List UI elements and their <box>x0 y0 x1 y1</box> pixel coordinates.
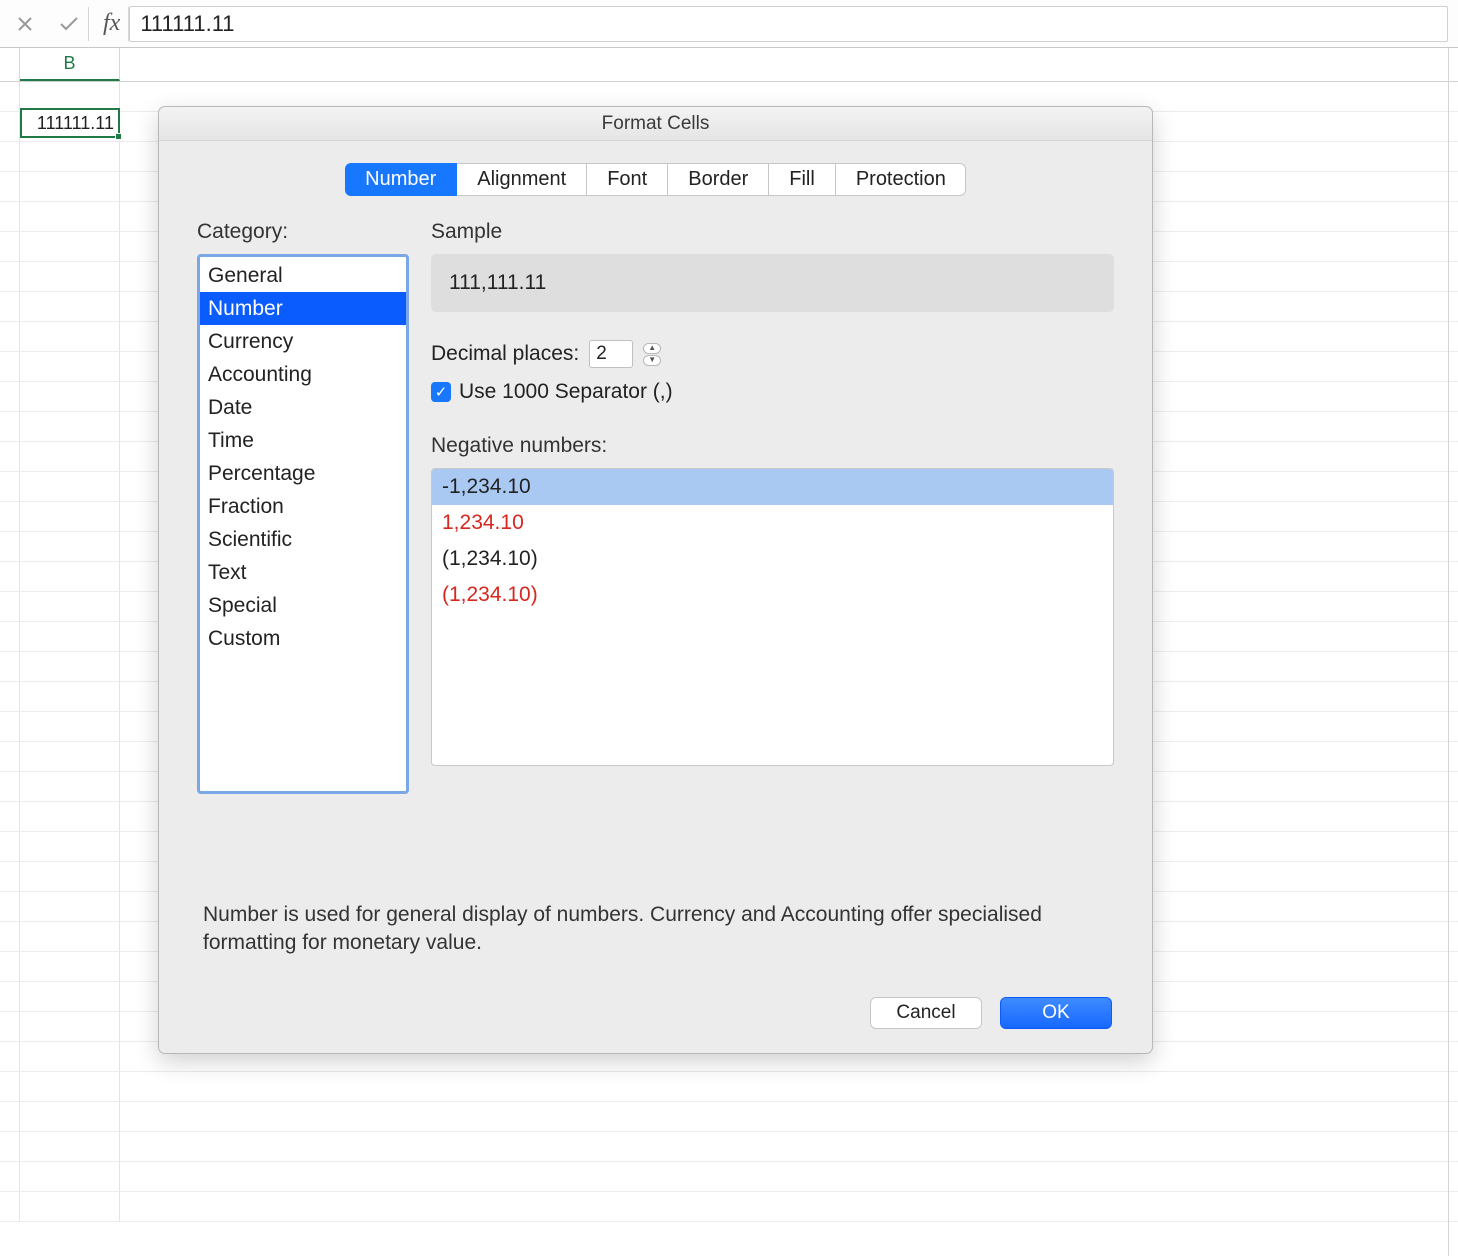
tab-fill[interactable]: Fill <box>769 163 836 196</box>
cancel-button[interactable]: Cancel <box>870 997 982 1029</box>
negative-numbers-list[interactable]: -1,234.10 1,234.10 (1,234.10) (1,234.10) <box>431 468 1114 766</box>
category-item-number[interactable]: Number <box>200 292 406 325</box>
tab-alignment[interactable]: Alignment <box>457 163 587 196</box>
confirm-entry-icon[interactable] <box>54 9 84 39</box>
negative-format-item[interactable]: 1,234.10 <box>432 505 1113 541</box>
negative-format-item[interactable]: (1,234.10) <box>432 577 1113 613</box>
tab-protection[interactable]: Protection <box>836 163 966 196</box>
negative-format-item[interactable]: -1,234.10 <box>432 469 1113 505</box>
stepper-down-icon[interactable]: ▼ <box>643 355 661 366</box>
fx-label: fx <box>89 10 128 37</box>
decimal-places-input[interactable]: 2 <box>589 340 633 368</box>
grid-right-edge <box>1448 48 1458 1256</box>
formula-bar: fx 111111.11 <box>0 0 1458 48</box>
category-item-accounting[interactable]: Accounting <box>200 358 406 391</box>
active-cell[interactable]: 111111.11 <box>20 108 120 138</box>
cancel-entry-icon[interactable] <box>10 9 40 39</box>
decimal-places-value: 2 <box>596 343 607 365</box>
category-item-fraction[interactable]: Fraction <box>200 490 406 523</box>
category-item-currency[interactable]: Currency <box>200 325 406 358</box>
tab-font[interactable]: Font <box>587 163 668 196</box>
spreadsheet-grid[interactable]: B <box>0 48 1458 1256</box>
ok-button[interactable]: OK <box>1000 997 1112 1029</box>
thousand-separator-label: Use 1000 Separator (,) <box>459 380 673 404</box>
column-headers: B <box>0 48 1458 82</box>
category-item-custom[interactable]: Custom <box>200 622 406 655</box>
negative-numbers-label: Negative numbers: <box>431 434 1114 458</box>
category-item-date[interactable]: Date <box>200 391 406 424</box>
decimal-places-stepper[interactable]: ▲ ▼ <box>643 343 661 366</box>
category-item-general[interactable]: General <box>200 259 406 292</box>
check-icon: ✓ <box>435 383 448 401</box>
negative-format-item[interactable]: (1,234.10) <box>432 541 1113 577</box>
dialog-tabs: Number Alignment Font Border Fill Protec… <box>197 163 1114 196</box>
formula-input[interactable]: 111111.11 <box>129 6 1448 42</box>
fill-handle[interactable] <box>115 133 122 140</box>
category-item-percentage[interactable]: Percentage <box>200 457 406 490</box>
category-item-text[interactable]: Text <box>200 556 406 589</box>
category-label: Category: <box>197 220 409 244</box>
category-item-time[interactable]: Time <box>200 424 406 457</box>
category-item-special[interactable]: Special <box>200 589 406 622</box>
sample-label: Sample <box>431 220 1114 244</box>
thousand-separator-checkbox[interactable]: ✓ <box>431 382 451 402</box>
column-header-b[interactable]: B <box>20 48 120 81</box>
format-cells-dialog: Format Cells Number Alignment Font Borde… <box>158 106 1153 1054</box>
formula-value: 111111.11 <box>140 11 234 37</box>
dialog-title: Format Cells <box>159 107 1152 141</box>
sample-value: 111,111.11 <box>449 271 546 295</box>
category-item-scientific[interactable]: Scientific <box>200 523 406 556</box>
tab-number[interactable]: Number <box>345 163 457 196</box>
stepper-up-icon[interactable]: ▲ <box>643 343 661 354</box>
tab-border[interactable]: Border <box>668 163 769 196</box>
decimal-places-label: Decimal places: <box>431 342 579 366</box>
category-list[interactable]: General Number Currency Accounting Date … <box>197 254 409 794</box>
category-description: Number is used for general display of nu… <box>203 901 1108 957</box>
sample-box: 111,111.11 <box>431 254 1114 312</box>
active-cell-value: 111111.11 <box>37 113 114 134</box>
